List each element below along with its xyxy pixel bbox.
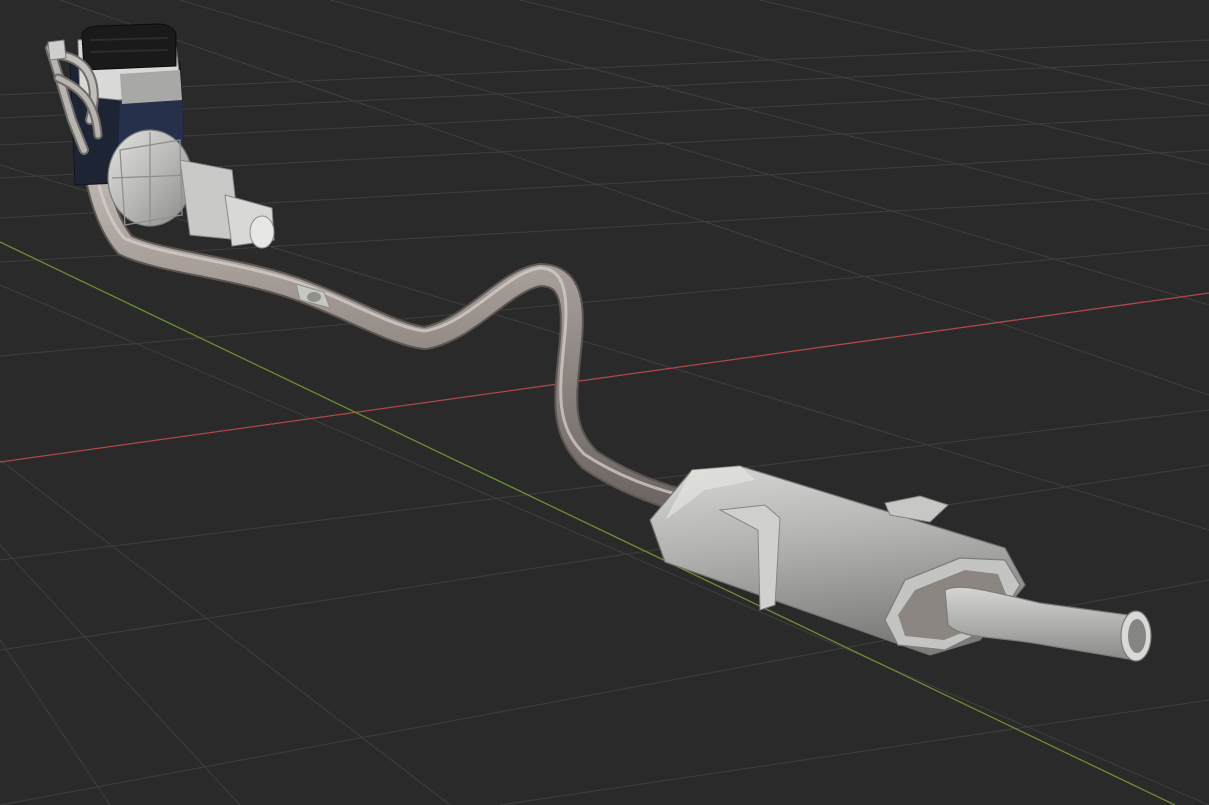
viewport-canvas[interactable]: [0, 0, 1209, 805]
y-axis-line: [0, 241, 1176, 805]
transmission[interactable]: [107, 129, 275, 249]
x-axis-line: [0, 292, 1209, 463]
3d-viewport[interactable]: [0, 0, 1209, 805]
tailpipe[interactable]: [944, 586, 1152, 662]
